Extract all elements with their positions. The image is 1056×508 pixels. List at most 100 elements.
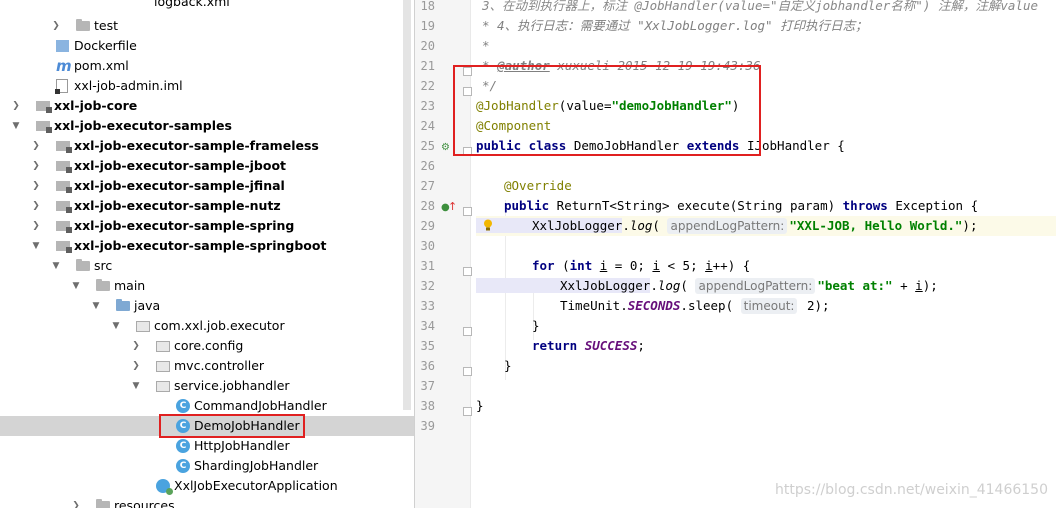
keyword: extends (686, 138, 740, 153)
annotation-override: @Override (504, 178, 572, 193)
chevron-right-icon[interactable]: ❯ (10, 96, 22, 116)
chevron-right-icon[interactable]: ❯ (30, 156, 42, 176)
tree-item[interactable]: ▼ main (0, 276, 414, 296)
code-line-19[interactable]: * 4、执行日志：需要通过 "XxlJobLogger.log" 打印执行日志； (476, 16, 1056, 36)
tree-item-label: Dockerfile (74, 38, 137, 53)
tree-item[interactable]: ❯ xxl-job-executor-sample-jboot (0, 156, 414, 176)
tree-item[interactable]: ▼ xxl-job-executor-sample-springboot (0, 236, 414, 256)
tree-item[interactable]: ❯ resources (0, 496, 414, 508)
tree-item[interactable]: xxl-job-admin.iml (0, 76, 414, 96)
tree-item[interactable]: ▼ com.xxl.job.executor (0, 316, 414, 336)
fold-marker-icon[interactable] (463, 147, 472, 156)
code-comment: * 4、执行日志：需要通过 "XxlJobLogger.log" 打印执行日志； (482, 18, 868, 33)
chevron-down-icon[interactable]: ▼ (10, 116, 22, 136)
tree-item[interactable]: ❯ xxl-job-core (0, 96, 414, 116)
tree-item[interactable]: ❯ xxl-job-executor-sample-frameless (0, 136, 414, 156)
chevron-right-icon[interactable]: ❯ (70, 496, 82, 508)
code-line-27[interactable]: @Override (476, 176, 1056, 196)
tree-item-label: ShardingJobHandler (194, 458, 319, 473)
tree-item-label: XxlJobExecutorApplication (174, 478, 338, 493)
code-line-23[interactable]: @JobHandler(value="demoJobHandler") (476, 96, 1056, 116)
code-line-34[interactable]: } (476, 316, 1056, 336)
tree-item-label: main (114, 278, 146, 293)
code-line-36[interactable]: } (476, 356, 1056, 376)
code-comment: * (482, 38, 490, 53)
package-icon (136, 321, 150, 332)
tree-item[interactable]: C ShardingJobHandler (0, 456, 414, 476)
code-line-22[interactable]: */ (476, 76, 1056, 96)
tree-item-label: pom.xml (74, 58, 129, 73)
tree-item[interactable]: ❯ xxl-job-executor-sample-spring (0, 216, 414, 236)
fold-marker-icon[interactable] (463, 407, 472, 416)
variable: i (915, 278, 923, 293)
chevron-right-icon[interactable]: ❯ (50, 16, 62, 36)
line-number: 26 (420, 159, 435, 173)
chevron-down-icon[interactable]: ▼ (110, 316, 122, 336)
chevron-right-icon[interactable]: ❯ (130, 336, 142, 356)
tree-item[interactable]: ▼ xxl-job-executor-samples (0, 116, 414, 136)
code-line-28[interactable]: public ReturnT<String> execute(String pa… (476, 196, 1056, 216)
code-line-29[interactable]: XxlJobLogger.log( appendLogPattern: "XXL-… (476, 216, 1056, 236)
package-icon (156, 341, 170, 352)
tree-item[interactable]: ▼ service.jobhandler (0, 376, 414, 396)
code-line-18[interactable]: 3、在动到执行器上，标注 @JobHandler(value="自定义jobha… (476, 0, 1056, 16)
project-tree-panel: logback.xml ❯ test Dockerfile m pom.xml xxl-jo… (0, 0, 414, 508)
tree-item[interactable]: ❯ test (0, 16, 414, 36)
tree-item[interactable]: ❯ xxl-job-executor-sample-jfinal (0, 176, 414, 196)
parameter-hint: appendLogPattern: (667, 218, 788, 234)
code-line-20[interactable]: * (476, 36, 1056, 56)
code-line-32[interactable]: XxlJobLogger.log( appendLogPattern: "beat… (476, 276, 1056, 296)
tree-item[interactable]: ▼ java (0, 296, 414, 316)
chevron-right-icon[interactable]: ❯ (30, 216, 42, 236)
fold-marker-icon[interactable] (463, 367, 472, 376)
code-line-35[interactable]: return SUCCESS; (476, 336, 1056, 356)
spring-bean-gutter-icon[interactable]: ⚙ (441, 138, 450, 158)
code-line-33[interactable]: TimeUnit.SECONDS.sleep( timeout: 2); (476, 296, 1056, 316)
code-line-25[interactable]: public class DemoJobHandler extends IJob… (476, 136, 1056, 156)
tree-item[interactable]: Dockerfile (0, 36, 414, 56)
code-editor[interactable]: 18 19 20 21 22 23 24 25 26 27 28 29 30 31 32 33 34 35 36 37… (415, 0, 1056, 508)
gutter-border (470, 0, 471, 508)
chevron-down-icon[interactable]: ▼ (70, 276, 82, 296)
chevron-right-icon[interactable]: ❯ (130, 356, 142, 376)
tree-item[interactable]: C HttpJobHandler (0, 436, 414, 456)
fold-marker-icon[interactable] (463, 327, 472, 336)
tree-item[interactable]: ▼ src (0, 256, 414, 276)
chevron-down-icon[interactable]: ▼ (130, 376, 142, 396)
fold-marker-icon[interactable] (463, 207, 472, 216)
tree-item[interactable]: ❯ core.config (0, 336, 414, 356)
keyword: return (532, 338, 578, 353)
tree-item[interactable]: C DemoJobHandler (0, 416, 414, 436)
tree-scrollbar[interactable] (403, 0, 411, 410)
chevron-down-icon[interactable]: ▼ (30, 236, 42, 256)
fold-marker-icon[interactable] (463, 267, 472, 276)
lightbulb-icon[interactable] (483, 219, 493, 231)
line-number: 24 (420, 119, 435, 133)
tree-item[interactable]: C CommandJobHandler (0, 396, 414, 416)
tree-item-label: src (94, 258, 113, 273)
docker-file-icon (56, 40, 69, 52)
chevron-down-icon[interactable]: ▼ (90, 296, 102, 316)
folder-icon (76, 259, 90, 271)
code-token: .sleep( (680, 298, 741, 313)
code-line-31[interactable]: for (int i = 0; i < 5; i++) { (476, 256, 1056, 276)
fold-marker-icon[interactable] (463, 67, 472, 76)
override-up-arrow-icon[interactable]: ↑ (448, 197, 457, 217)
tree-item[interactable]: logback.xml (0, 0, 414, 12)
chevron-right-icon[interactable]: ❯ (30, 176, 42, 196)
code-line-21[interactable]: * @author xuxueli 2015-12-19 19:43:36 (476, 56, 1056, 76)
chevron-down-icon[interactable]: ▼ (50, 256, 62, 276)
line-number: 36 (420, 359, 435, 373)
chevron-right-icon[interactable]: ❯ (30, 136, 42, 156)
tree-item[interactable]: ❯ xxl-job-executor-sample-nutz (0, 196, 414, 216)
line-number: 38 (420, 399, 435, 413)
code-line-38[interactable]: } (476, 396, 1056, 416)
tree-item[interactable]: XxlJobExecutorApplication (0, 476, 414, 496)
code-line-24[interactable]: @Component (476, 116, 1056, 136)
module-icon (56, 161, 72, 173)
tree-item[interactable]: ❯ mvc.controller (0, 356, 414, 376)
chevron-right-icon[interactable]: ❯ (30, 196, 42, 216)
fold-marker-icon[interactable] (463, 87, 472, 96)
tree-item[interactable]: m pom.xml (0, 56, 414, 76)
code-token: IJobHandler { (739, 138, 845, 153)
